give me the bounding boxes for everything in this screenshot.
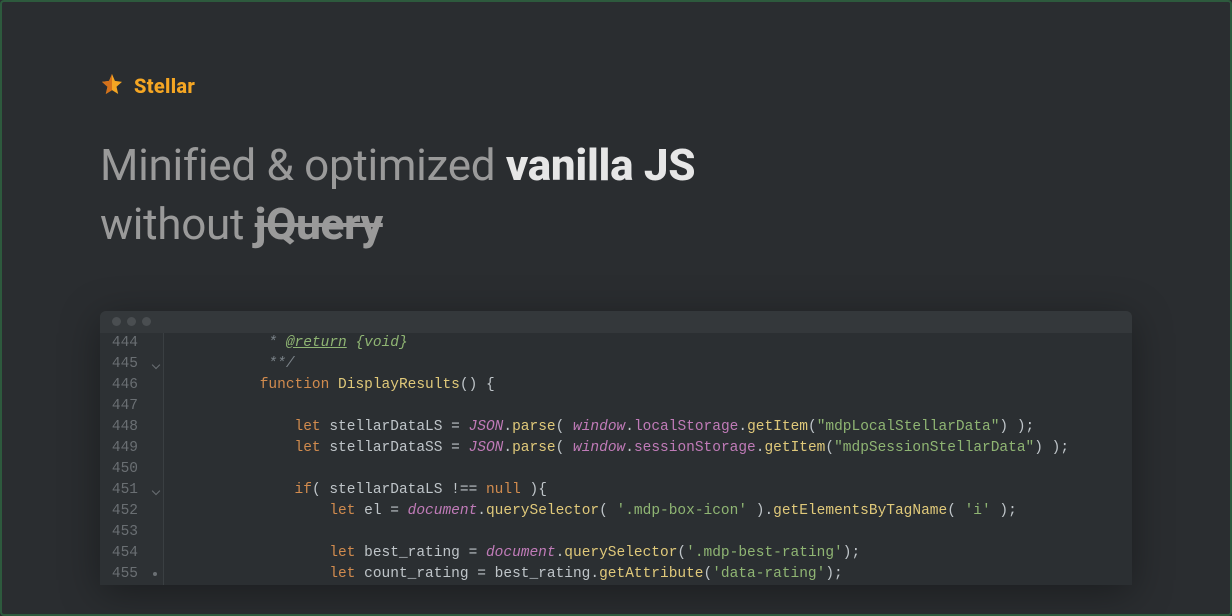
- gutter: [146, 438, 164, 459]
- gutter: [146, 375, 164, 396]
- gutter: [146, 396, 164, 417]
- gutter: [146, 354, 164, 375]
- gutter: [146, 564, 164, 585]
- gutter: [146, 417, 164, 438]
- gutter: [146, 480, 164, 501]
- gutter: [146, 543, 164, 564]
- gutter: [146, 522, 164, 543]
- gutter: [146, 459, 164, 480]
- gutter: [146, 501, 164, 522]
- gutter: [146, 333, 164, 354]
